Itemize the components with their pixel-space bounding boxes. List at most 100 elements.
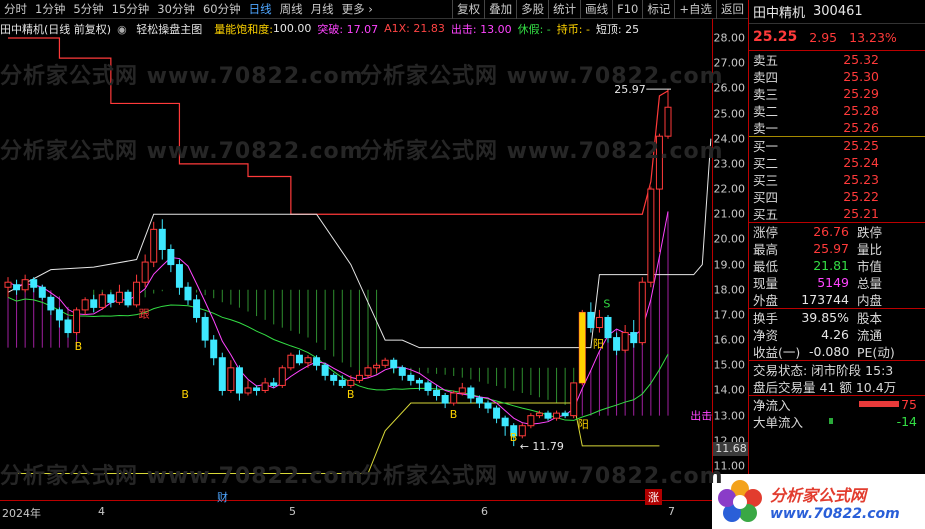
draw-line-button[interactable]: 画线 [580,0,612,19]
y-tick-label: 20.00 [713,232,746,246]
period-toolbar: 分时 1分钟 5分钟 15分钟 30分钟 60分钟 日线 周线 月线 更多 › … [0,0,748,19]
stat-row-value: 4.26 [821,327,849,342]
candle-body [450,392,458,404]
f10-button[interactable]: F10 [612,0,642,19]
ask-book: 卖五 25.32 卖四 25.30 卖三 25.29 卖二 25.28 卖一 25.26 [749,51,925,136]
x-tick-label: 6 [481,505,488,518]
duanding-value: 短顶: 25 [595,22,640,36]
gen-label: 跟 [139,307,150,320]
candle-body [287,354,295,369]
period-tab-30min[interactable]: 30分钟 [153,0,199,19]
big-inflow-bar [829,418,833,424]
candle-body [270,382,278,386]
candle-body [407,374,415,381]
period-tab-5min[interactable]: 5分钟 [69,0,107,19]
net-inflow-value: 75 [901,397,917,412]
low-price-label: ← 11.79 [520,440,564,453]
candle-body [338,379,346,386]
yang-label: 阳 [578,418,589,431]
stat-row: 涨停 26.76 跌停 [749,223,925,240]
candle-body [98,294,106,308]
after-trade: 盘后交易量 41 额 10.4万 [749,378,925,395]
yang-label: 阳 [593,338,604,351]
candle-body [227,367,235,391]
earnings-badge[interactable]: 财 [214,489,231,505]
add-watchlist-button[interactable]: +自选 [674,0,716,19]
y-tick-label: 27.00 [713,56,746,70]
multi-stock-button[interactable]: 多股 [516,0,548,19]
candlestick-chart[interactable]: 25.97← 11.79跟BB BBBS阳阳出击 [0,37,712,500]
a1x-value: A1X: 21.83 [384,22,445,35]
big-inflow-label: 大单流入 [753,415,804,430]
y-tick-label: 17.00 [713,308,746,322]
period-tab-monthly[interactable]: 月线 [307,0,338,19]
stat-row-right-label: 内盘 [857,293,883,308]
logo-line-1: 分析家公式网 [770,485,867,505]
ask-row: 卖五 25.32 [749,51,925,68]
statistics-button[interactable]: 统计 [548,0,580,19]
period-tab-1min[interactable]: 1分钟 [31,0,69,19]
candle-body [115,291,123,303]
big-inflow-value: -14 [896,414,917,429]
period-tab-60min[interactable]: 60分钟 [199,0,245,19]
cursor-price-tag: 11.68 [713,441,749,456]
period-tab-daily[interactable]: 日线 [245,0,276,19]
candle-body [518,425,526,437]
last-price: 25.25 [753,29,798,45]
candle-body [647,188,655,283]
formula-selector[interactable]: ◉ 轻松操盘主图 [117,21,208,37]
y-tick-label: 26.00 [713,81,746,95]
y-tick-label: 16.00 [713,333,746,347]
date-axis: 2024年 4 5 6 7 财 涨 [0,489,712,529]
candle-body [4,281,12,288]
candle-body [184,286,192,301]
candle-body [347,379,355,386]
x-tick-label: 2024年 [2,507,41,520]
candle-body [30,279,38,288]
candle-body [158,228,166,250]
candle-body [141,261,149,283]
x-tick-label: 4 [98,505,105,518]
candle-body [21,279,29,291]
candle-body [107,294,115,303]
stock-code: 300461 [813,4,863,19]
candle-body [458,387,466,394]
stat-row-value: 26.76 [813,224,849,239]
candle-body [355,374,363,381]
stat-row: 净资 4.26 流通 [749,326,925,343]
period-tab-more[interactable]: 更多 › [338,0,377,19]
quote-panel: 田中精机 300461 25.25 2.95 13.23% 卖五 25.32 卖四 2… [748,0,925,474]
bid-row: 买三 25.23 [749,171,925,188]
bid-row: 买一 25.25 [749,137,925,154]
bid-row: 买四 25.22 [749,188,925,205]
period-tab-15min[interactable]: 15分钟 [108,0,154,19]
mark-button[interactable]: 标记 [642,0,674,19]
ask-row: 卖二 25.28 [749,102,925,119]
candle-body [38,286,46,298]
x-tick-label: 7 [668,505,675,518]
candle-body [501,417,509,427]
y-tick-label: 23.00 [713,157,746,171]
period-tab-weekly[interactable]: 周线 [276,0,307,19]
bid-row-value: 25.23 [843,172,879,187]
limit-up-badge[interactable]: 涨 [645,489,662,505]
formula-name: 轻松操盘主图 [136,22,203,36]
bid-row: 买五 25.21 [749,205,925,222]
candle-body [47,296,55,311]
xiujia-value: 休假: - [517,22,551,36]
candle-body [484,402,492,409]
candle-body [475,397,483,404]
stat-row-value: 21.81 [813,258,849,273]
period-tab-time[interactable]: 分时 [0,0,31,19]
candle-body [415,379,423,384]
candle-body [90,299,98,308]
overlay-button[interactable]: 叠加 [484,0,516,19]
stat-row-value: 5149 [817,275,849,290]
back-button[interactable]: 返回 [716,0,748,19]
more-label: 更多 [341,1,365,16]
stat-row-label: 外盘 [753,293,779,308]
price-change: 2.95 [809,29,838,45]
adjust-button[interactable]: 复权 [452,0,484,19]
y-tick-label: 21.00 [713,207,746,221]
stats-block-2: 换手 39.85% 股本 净资 4.26 流通 收益(一) -0.080 PE(动) [749,309,925,360]
